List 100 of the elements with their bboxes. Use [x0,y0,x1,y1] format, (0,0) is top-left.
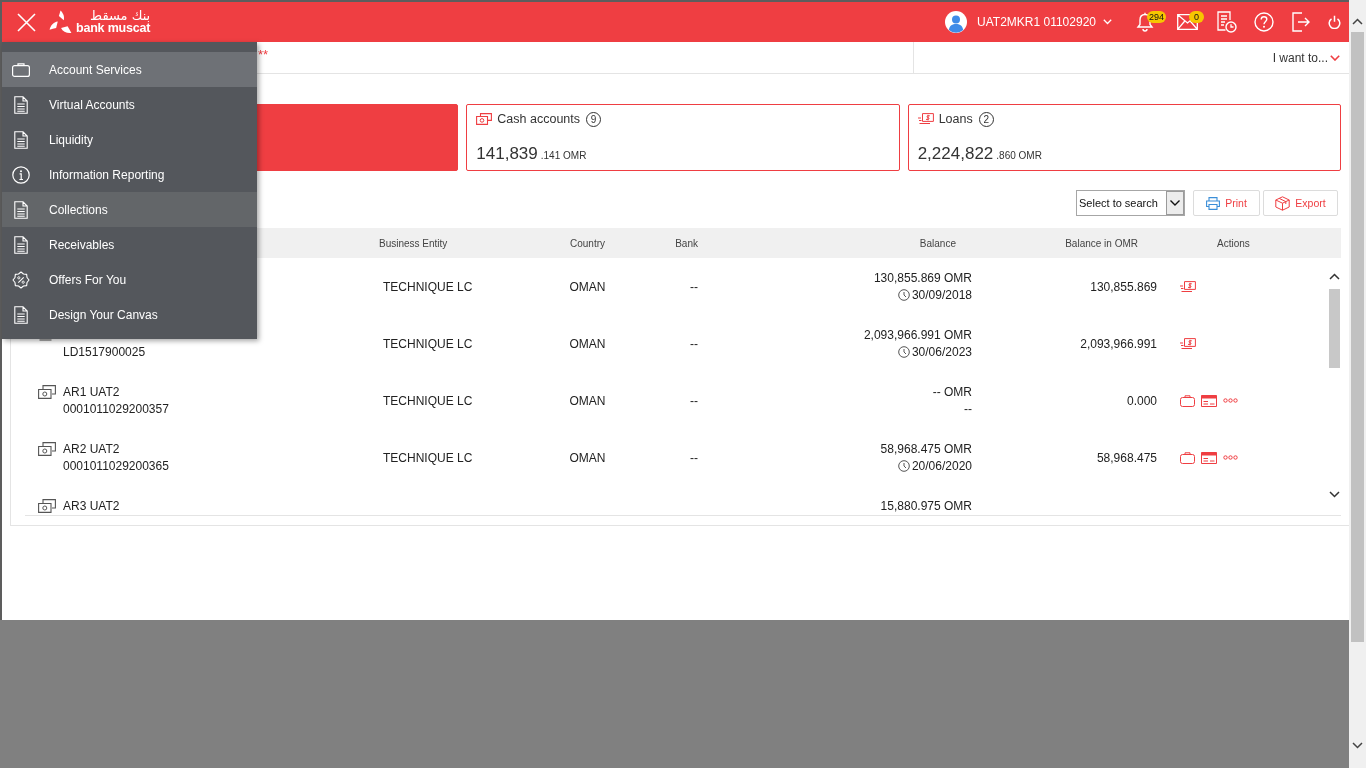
balance-date: 30/06/2023 [911,343,972,361]
table-cell: -- [690,393,698,408]
notifications-button[interactable]: 294 [1134,2,1171,42]
column-header[interactable]: Balance in OMR [1065,237,1138,249]
card-amount-decimals: .141 OMR [540,150,587,161]
user-menu-button[interactable]: UAT2MKR1 01102920 [945,9,1112,35]
table-cell: 130,855.869 [1090,279,1157,294]
clock-icon [897,346,910,358]
cash-icon [38,442,56,456]
statement-icon[interactable] [1201,394,1217,407]
card-amount: 2,224,822 [917,144,994,164]
export-button[interactable]: Export [1263,190,1338,216]
message-count-badge: 0 [1189,11,1204,23]
account-number: LD1517900025 [63,343,146,361]
table-cell: TECHNIQUE LC [383,393,473,408]
balance-amount: 130,855.869 OMR [873,269,972,287]
table-cell: TECHNIQUE LC [383,336,473,351]
menu-item[interactable]: Design Your Canvas [2,297,257,332]
logo-arabic-text: بنك مسقط [90,9,151,22]
balance-date: 20/06/2020 [911,457,972,475]
column-header[interactable]: Country [570,237,605,249]
document-clock-icon [1216,11,1237,33]
cash-icon [38,385,56,399]
cash-icon [38,499,56,513]
more-icon[interactable] [1223,398,1238,403]
table-cell: -- [690,336,698,351]
document-icon [14,235,28,254]
search-select[interactable]: Select to search [1076,190,1185,216]
cash-icon [476,113,493,125]
logo-icon [49,10,72,34]
page-scrollbar[interactable] [1349,0,1366,768]
account-number: 0001011029200357 [63,400,169,418]
statement-icon[interactable] [1201,451,1217,464]
scroll-down-icon[interactable] [1329,491,1340,498]
menu-item[interactable]: Information Reporting [2,157,257,192]
logo-text: bank muscat [76,22,151,35]
account-title: AR3 UAT2 [63,497,120,515]
table-cell: 0.000 [1126,393,1157,408]
scroll-up-icon[interactable] [1329,273,1340,280]
column-header[interactable]: Bank [675,237,698,249]
scrollbar-thumb[interactable] [1329,289,1340,368]
document-icon [14,95,28,114]
column-header[interactable]: Balance [919,237,956,249]
summary-card[interactable]: Loans 2 2,224,822 .860 OMR [907,104,1341,171]
document-icon [14,305,28,324]
briefcase-icon[interactable] [1180,451,1195,464]
scrollbar-thumb[interactable] [1351,32,1364,642]
table-cell: 58,968.475 [1096,450,1157,465]
table-cell: TECHNIQUE LC [383,450,473,465]
balance-date: 30/09/2018 [911,286,972,304]
avatar-icon [945,11,968,33]
briefcase-icon[interactable] [1180,394,1195,407]
notification-count-badge: 294 [1147,11,1167,23]
money-transfer-icon[interactable] [1180,280,1196,293]
more-icon[interactable] [1223,455,1238,460]
close-icon [16,12,36,32]
balance-amount: 2,093,966.991 OMR [863,326,972,344]
logout-icon [1291,12,1310,32]
help-icon [1253,12,1274,32]
table-cell: OMAN [569,393,606,408]
box-icon [1275,195,1291,211]
table-cell: 2,093,966.991 [1080,336,1157,351]
balance-date: -- [964,400,972,418]
table-cell: -- [690,279,698,294]
card-title: Loans [938,112,973,126]
menu-item[interactable]: Virtual Accounts [2,87,257,122]
account-number: 0001011029200365 [63,457,169,475]
card-amount: 141,839 [476,144,538,164]
clock-icon [897,460,910,472]
balance-amount: 58,968.475 OMR [880,440,972,458]
summary-card[interactable]: Cash accounts 9 141,839 .141 OMR [466,104,900,171]
table-cell: OMAN [569,279,606,294]
menu-item[interactable]: Receivables [2,227,257,262]
menu-item[interactable]: Offers For You [2,262,257,297]
menu-item[interactable]: Liquidity [2,122,257,157]
menu-item[interactable]: Collections [2,192,257,227]
close-button[interactable] [14,10,38,34]
column-header[interactable]: Actions [1217,237,1250,249]
scroll-up-icon[interactable] [1352,18,1363,25]
document-icon [14,200,28,219]
card-amount-decimals: .860 OMR [996,150,1042,161]
table-cell: -- [690,450,698,465]
table-cell: TECHNIQUE LC [383,279,473,294]
chevron-down-icon [1103,19,1112,25]
money-transfer-icon[interactable] [1180,337,1196,350]
money-transfer-icon [917,113,934,125]
print-button[interactable]: Print [1193,190,1260,216]
menu-item[interactable]: Account Services [2,52,257,87]
account-title: AR1 UAT2 [63,383,121,401]
column-header[interactable]: Business Entity [379,237,448,249]
messages-button[interactable]: 0 [1171,2,1208,42]
account-title: AR2 UAT2 [63,440,121,458]
document-icon [14,130,28,149]
briefcase-icon [12,62,30,77]
chevron-down-icon [1330,54,1340,61]
envelope-icon [1177,14,1198,30]
scroll-down-icon[interactable] [1352,742,1363,749]
printer-icon [1206,196,1221,210]
card-title: Cash accounts [497,112,580,126]
i-want-to-dropdown[interactable]: I want to... [1272,50,1340,65]
